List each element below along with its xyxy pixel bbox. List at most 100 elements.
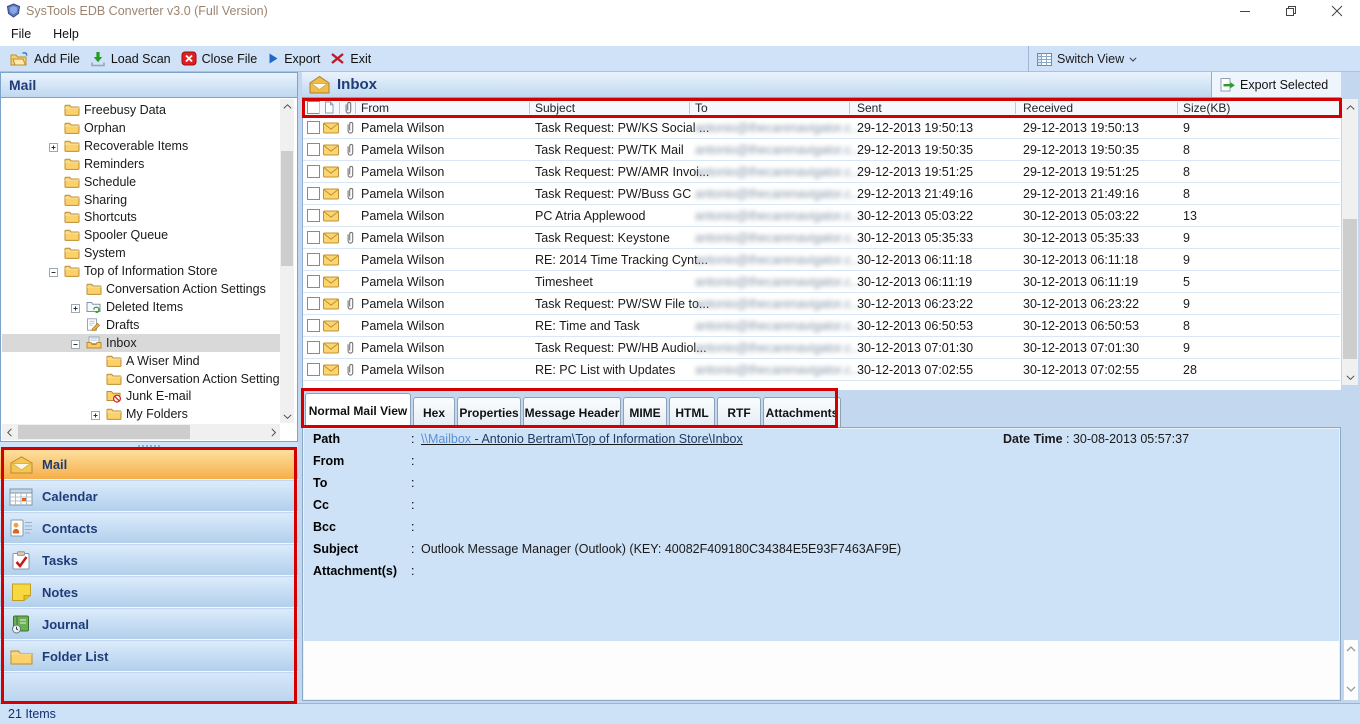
row-checkbox[interactable] bbox=[307, 363, 320, 376]
row-checkbox[interactable] bbox=[307, 341, 320, 354]
tab-mime[interactable]: MIME bbox=[623, 397, 667, 427]
scroll-down-icon[interactable] bbox=[1342, 369, 1358, 385]
tab-normal-mail-view[interactable]: Normal Mail View bbox=[305, 393, 411, 427]
maximize-button[interactable] bbox=[1274, 0, 1308, 22]
row-checkbox[interactable] bbox=[307, 253, 320, 266]
cell-to: antonio@thecarenavigator.c... bbox=[695, 209, 861, 223]
tree-item-a-wiser-mind[interactable]: A Wiser Mind bbox=[2, 352, 280, 370]
splitter-handle[interactable] bbox=[0, 442, 298, 449]
tree-item-spooler-queue[interactable]: Spooler Queue bbox=[2, 226, 280, 244]
close-button[interactable] bbox=[1320, 0, 1354, 22]
message-row[interactable]: Pamela WilsonRE: PC List with Updatesant… bbox=[303, 359, 1340, 381]
message-row[interactable]: Pamela WilsonPC Atria Applewoodantonio@t… bbox=[303, 205, 1340, 227]
row-checkbox[interactable] bbox=[307, 143, 320, 156]
export-button[interactable]: Export bbox=[267, 52, 320, 66]
tree-item-shortcuts[interactable]: Shortcuts bbox=[2, 208, 280, 226]
message-list-scrollbar[interactable] bbox=[1342, 99, 1358, 385]
tree-item-drafts[interactable]: Drafts bbox=[2, 316, 280, 334]
message-row[interactable]: Pamela WilsonTask Request: PW/TK Mailant… bbox=[303, 139, 1340, 161]
scrollbar-thumb[interactable] bbox=[281, 151, 293, 266]
message-row[interactable]: Pamela WilsonRE: Time and Taskantonio@th… bbox=[303, 315, 1340, 337]
row-checkbox[interactable] bbox=[307, 209, 320, 222]
scroll-right-icon[interactable] bbox=[266, 424, 280, 440]
scroll-up-icon[interactable] bbox=[1346, 642, 1356, 656]
message-row[interactable]: Pamela WilsonTimesheetantonio@thecarenav… bbox=[303, 271, 1340, 293]
column-header-subject[interactable]: Subject bbox=[535, 101, 575, 115]
row-checkbox[interactable] bbox=[307, 319, 320, 332]
tree-item-sharing[interactable]: Sharing bbox=[2, 191, 280, 209]
export-selected-button[interactable]: Export Selected bbox=[1211, 72, 1341, 97]
scroll-down-icon[interactable] bbox=[280, 409, 294, 423]
tree-item-orphan[interactable]: Orphan bbox=[2, 119, 280, 137]
column-header-sent[interactable]: Sent bbox=[857, 101, 882, 115]
tab-rtf[interactable]: RTF bbox=[717, 397, 761, 427]
row-checkbox[interactable] bbox=[307, 297, 320, 310]
tree-item-my-folders[interactable]: My Folders bbox=[2, 405, 280, 423]
tree-item-top-of-information-store[interactable]: Top of Information Store bbox=[2, 262, 280, 280]
tab-html[interactable]: HTML bbox=[669, 397, 715, 427]
nav-button-calendar[interactable]: Calendar bbox=[0, 481, 298, 512]
row-checkbox[interactable] bbox=[307, 121, 320, 134]
message-row[interactable]: Pamela WilsonTask Request: PW/AMR Invoi.… bbox=[303, 161, 1340, 183]
path-link[interactable]: \\Mailbox - Antonio Bertram\Top of Infor… bbox=[421, 432, 743, 446]
row-checkbox[interactable] bbox=[307, 165, 320, 178]
collapse-icon[interactable] bbox=[49, 266, 58, 280]
nav-button-folder-list[interactable]: Folder List bbox=[0, 641, 298, 672]
scroll-down-icon[interactable] bbox=[1346, 682, 1356, 696]
tab-attachments[interactable]: Attachments bbox=[763, 397, 841, 427]
row-checkbox[interactable] bbox=[307, 275, 320, 288]
row-checkbox[interactable] bbox=[307, 187, 320, 200]
exit-button[interactable]: Exit bbox=[330, 52, 371, 66]
nav-button-notes[interactable]: Notes bbox=[0, 577, 298, 608]
tab-properties[interactable]: Properties bbox=[457, 397, 521, 427]
tree-item-inbox[interactable]: Inbox bbox=[2, 334, 280, 352]
add-file-button[interactable]: Add File bbox=[10, 51, 80, 66]
tree-item-recoverable-items[interactable]: Recoverable Items bbox=[2, 137, 280, 155]
tree-item-conversation-action-settings[interactable]: Conversation Action Settings bbox=[2, 370, 280, 388]
scrollbar-thumb[interactable] bbox=[18, 425, 190, 439]
message-row[interactable]: Pamela WilsonTask Request: PW/SW File to… bbox=[303, 293, 1340, 315]
tree-item-reminders[interactable]: Reminders bbox=[2, 155, 280, 173]
envelope-icon bbox=[323, 320, 339, 332]
tab-hex[interactable]: Hex bbox=[413, 397, 455, 427]
switch-view-button[interactable]: Switch View bbox=[1028, 46, 1137, 72]
row-checkbox[interactable] bbox=[307, 231, 320, 244]
column-header-from[interactable]: From bbox=[361, 101, 389, 115]
close-file-button[interactable]: Close File bbox=[181, 51, 258, 66]
column-header-received[interactable]: Received bbox=[1023, 101, 1073, 115]
message-row[interactable]: Pamela WilsonTask Request: PW/KS Social … bbox=[303, 117, 1340, 139]
tree-horizontal-scrollbar[interactable] bbox=[2, 424, 280, 440]
message-row[interactable]: Pamela WilsonTask Request: PW/Buss GCant… bbox=[303, 183, 1340, 205]
nav-button-contacts[interactable]: Contacts bbox=[0, 513, 298, 544]
nav-button-journal[interactable]: Journal bbox=[0, 609, 298, 640]
expand-icon[interactable] bbox=[49, 141, 58, 155]
message-row[interactable]: Pamela WilsonTask Request: PW/HB Audiol.… bbox=[303, 337, 1340, 359]
tree-item-freebusy-data[interactable]: Freebusy Data bbox=[2, 101, 280, 119]
nav-button-tasks[interactable]: Tasks bbox=[0, 545, 298, 576]
scroll-up-icon[interactable] bbox=[1342, 99, 1358, 115]
collapse-icon[interactable] bbox=[71, 338, 80, 352]
scroll-left-icon[interactable] bbox=[2, 424, 16, 440]
tree-item-schedule[interactable]: Schedule bbox=[2, 173, 280, 191]
tree-vertical-scrollbar[interactable] bbox=[280, 99, 294, 423]
expand-icon[interactable] bbox=[91, 409, 100, 423]
expand-icon[interactable] bbox=[71, 302, 80, 316]
menu-file[interactable]: File bbox=[0, 24, 42, 44]
scrollbar-thumb[interactable] bbox=[1343, 219, 1357, 359]
menu-help[interactable]: Help bbox=[42, 24, 90, 44]
tab-message-header[interactable]: Message Header bbox=[523, 397, 621, 427]
folder-icon bbox=[64, 228, 80, 244]
message-row[interactable]: Pamela WilsonRE: 2014 Time Tracking Cynt… bbox=[303, 249, 1340, 271]
tree-item-junk-e-mail[interactable]: Junk E-mail bbox=[2, 387, 280, 405]
detail-pane-scrollbar[interactable] bbox=[1344, 640, 1358, 700]
column-header-sizekb[interactable]: Size(KB) bbox=[1183, 101, 1230, 115]
minimize-button[interactable] bbox=[1228, 0, 1262, 22]
tree-item-deleted-items[interactable]: Deleted Items bbox=[2, 298, 280, 316]
tree-item-conversation-action-settings[interactable]: Conversation Action Settings bbox=[2, 280, 280, 298]
tree-item-system[interactable]: System bbox=[2, 244, 280, 262]
message-row[interactable]: Pamela WilsonTask Request: Keystoneanton… bbox=[303, 227, 1340, 249]
nav-button-mail[interactable]: Mail bbox=[0, 449, 298, 480]
scroll-up-icon[interactable] bbox=[280, 99, 294, 113]
column-header-to[interactable]: To bbox=[695, 101, 708, 115]
load-scan-button[interactable]: Load Scan bbox=[90, 51, 171, 67]
